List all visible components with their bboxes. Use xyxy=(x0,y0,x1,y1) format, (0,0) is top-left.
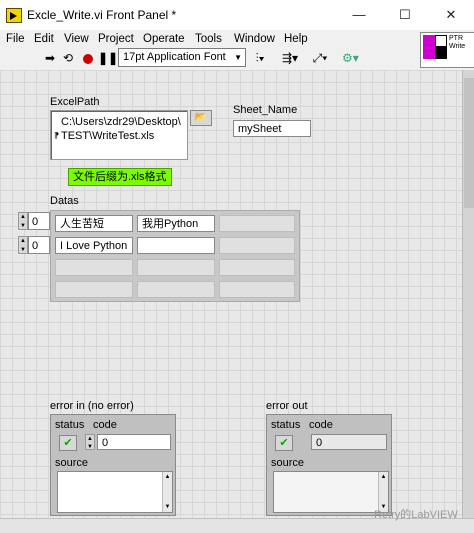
font-selector-label: 17pt Application Font xyxy=(123,51,226,63)
menu-project[interactable]: Project xyxy=(98,30,134,48)
array-cell[interactable] xyxy=(219,215,295,232)
error-in-source-label: source xyxy=(55,457,89,469)
abort-icon[interactable] xyxy=(80,50,96,66)
error-out-label: error out xyxy=(266,400,308,412)
error-out-cluster: status code ✔ 0 source ▲ ▼ xyxy=(266,414,392,516)
window-title: Excle_Write.vi Front Panel * xyxy=(27,8,177,22)
resize-icon[interactable]: ⤢▾ xyxy=(312,50,328,66)
menu-window[interactable]: Window xyxy=(234,30,275,48)
sheet-name-field[interactable]: mySheet xyxy=(233,120,311,137)
minimize-button[interactable]: — xyxy=(336,0,382,30)
error-in-status-checkbox[interactable]: ✔ xyxy=(59,435,77,451)
error-out-code-field: 0 xyxy=(311,434,387,450)
menu-tools[interactable]: Tools xyxy=(195,30,222,48)
error-out-status-label: status xyxy=(271,419,301,431)
error-in-code-label: code xyxy=(93,419,117,431)
run-arrow-icon[interactable]: ➡ xyxy=(42,50,58,66)
array-cell[interactable] xyxy=(137,259,215,276)
error-out-status-indicator: ✔ xyxy=(275,435,293,451)
close-button[interactable]: ✕ xyxy=(428,0,474,30)
array-cell[interactable]: I Love Python xyxy=(55,237,133,254)
file-format-note: 文件后缀为.xls格式 xyxy=(68,168,172,186)
row-index-spinner[interactable]: ▲ ▼ xyxy=(18,212,28,230)
menu-file[interactable]: File xyxy=(6,30,25,48)
vi-icon-label: PTR Write xyxy=(449,35,466,50)
array-cell[interactable] xyxy=(55,281,133,298)
run-continuous-icon[interactable]: ⟲ xyxy=(60,50,76,66)
pause-icon[interactable]: ❚❚ xyxy=(98,50,118,66)
row-index-field[interactable]: 0 xyxy=(28,212,50,230)
error-out-source-label: source xyxy=(271,457,305,469)
col-index-field[interactable]: 0 xyxy=(28,236,50,254)
error-in-label: error in (no error) xyxy=(50,400,134,412)
array-cell[interactable] xyxy=(137,281,215,298)
maximize-button[interactable]: ☐ xyxy=(382,0,428,30)
error-in-status-label: status xyxy=(55,419,85,431)
vertical-scrollbar[interactable] xyxy=(462,70,474,518)
error-in-code-spinner[interactable]: ▲ ▼ xyxy=(85,434,95,450)
error-out-code-label: code xyxy=(309,419,333,431)
array-cell[interactable] xyxy=(219,237,295,254)
excelpath-value-line2: TEST\WriteTest.xls xyxy=(61,130,155,142)
watermark-text: Retry的LabVIEW xyxy=(374,509,458,521)
excelpath-value-line1: C:\Users\zdr29\Desktop\ xyxy=(61,116,181,128)
excelpath-control[interactable]: C:\Users\zdr29\Desktop\ TEST\WriteTest.x… xyxy=(50,110,188,160)
align-icon[interactable]: ⫶▾ xyxy=(252,50,268,66)
connector-pane[interactable]: PTR Write xyxy=(420,32,474,68)
datas-label: Datas xyxy=(50,195,79,207)
distribute-icon[interactable]: ⇶▾ xyxy=(282,50,298,66)
font-selector[interactable]: 17pt Application Font ▼ xyxy=(118,48,246,67)
array-cell[interactable] xyxy=(219,281,295,298)
col-index-spinner[interactable]: ▲ ▼ xyxy=(18,236,28,254)
datas-array: 人生苦短 我用Python I Love Python xyxy=(50,210,300,302)
menu-operate[interactable]: Operate xyxy=(143,30,185,48)
array-cell[interactable]: 人生苦短 xyxy=(55,215,133,232)
array-cell[interactable]: 我用Python xyxy=(137,215,215,232)
browse-folder-button[interactable]: 📂 xyxy=(190,110,212,126)
error-in-source-field[interactable]: ▲ ▼ xyxy=(57,471,173,513)
array-cell[interactable] xyxy=(137,237,215,254)
title-bar: Excle_Write.vi Front Panel * — ☐ ✕ xyxy=(0,0,474,30)
sheet-name-label: Sheet_Name xyxy=(233,104,298,116)
menu-help[interactable]: Help xyxy=(284,30,308,48)
menu-edit[interactable]: Edit xyxy=(34,30,54,48)
menu-view[interactable]: View xyxy=(64,30,89,48)
array-cell[interactable] xyxy=(55,259,133,276)
error-out-source-field: ▲ ▼ xyxy=(273,471,389,513)
menu-bar: File Edit View Project Operate Tools Win… xyxy=(0,30,420,48)
array-cell[interactable] xyxy=(219,259,295,276)
path-type-icon: ⁋ xyxy=(54,131,60,140)
reorder-icon[interactable]: ⚙▾ xyxy=(342,50,359,66)
error-in-cluster: status code ✔ ▲ ▼ 0 source ▲ ▼ xyxy=(50,414,176,516)
labview-app-icon xyxy=(6,8,22,23)
error-in-code-field[interactable]: 0 xyxy=(97,434,171,450)
chevron-down-icon: ▼ xyxy=(234,53,242,62)
excelpath-label: ExcelPath xyxy=(50,96,100,108)
